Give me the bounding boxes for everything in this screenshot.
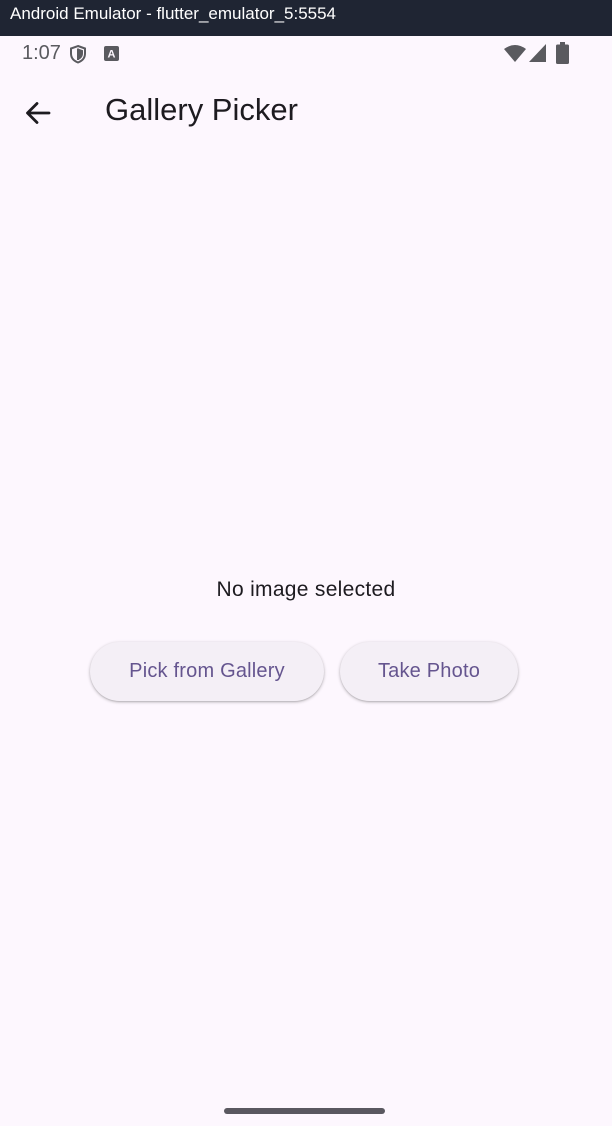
empty-state-message: No image selected xyxy=(216,578,396,601)
shield-icon xyxy=(70,44,86,64)
battery-icon xyxy=(556,42,569,64)
window-title-bar: Android Emulator - flutter_emulator_5:55… xyxy=(0,0,612,36)
svg-text:A: A xyxy=(108,49,116,61)
a-badge-icon: A xyxy=(104,46,119,61)
wifi-icon xyxy=(504,45,526,62)
status-time: 1:07 xyxy=(22,42,61,64)
gesture-navigation-bar[interactable] xyxy=(224,1108,385,1114)
back-button[interactable] xyxy=(14,89,62,137)
signal-icon xyxy=(529,44,546,62)
app-bar: Gallery Picker xyxy=(0,72,612,156)
status-bar: 1:07 A xyxy=(0,36,612,72)
pick-from-gallery-label: Pick from Gallery xyxy=(129,660,285,682)
arrow-back-icon xyxy=(26,102,51,124)
pick-from-gallery-button[interactable]: Pick from Gallery xyxy=(90,642,324,701)
take-photo-button[interactable]: Take Photo xyxy=(340,642,518,701)
window-title: Android Emulator - flutter_emulator_5:55… xyxy=(10,4,337,23)
take-photo-label: Take Photo xyxy=(377,660,481,682)
page-title: Gallery Picker xyxy=(105,92,298,127)
